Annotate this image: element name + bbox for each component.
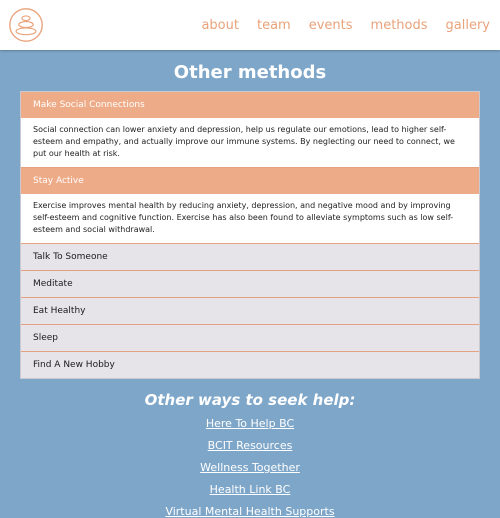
accordion-header[interactable]: Meditate	[21, 271, 479, 297]
methods-title: Other methods	[173, 62, 327, 83]
nav-events[interactable]: events	[309, 18, 353, 33]
help-links: Here To Help BC BCIT Resources Wellness …	[0, 417, 500, 518]
accordion-header[interactable]: Stay Active	[21, 168, 479, 194]
accordion-body: Exercise improves mental health by reduc…	[21, 194, 479, 243]
help-title: Other ways to seek help:	[144, 391, 356, 409]
accordion-body: Social connection can lower anxiety and …	[21, 118, 479, 167]
link-here-to-help-bc[interactable]: Here To Help BC	[0, 417, 500, 430]
accordion-header[interactable]: Eat Healthy	[21, 298, 479, 324]
nav-team[interactable]: team	[257, 18, 291, 33]
stacked-stones-logo-icon[interactable]	[8, 7, 44, 43]
link-virtual-mental-health[interactable]: Virtual Mental Health Supports	[0, 505, 500, 518]
link-wellness-together[interactable]: Wellness Together	[0, 461, 500, 474]
accordion-item-social: Make Social Connections Social connectio…	[21, 92, 479, 167]
accordion-header[interactable]: Talk To Someone	[21, 244, 479, 270]
top-navbar: about team events methods gallery	[0, 0, 500, 50]
accordion-item-active: Stay Active Exercise improves mental hea…	[21, 167, 479, 243]
link-health-link-bc[interactable]: Health Link BC	[0, 483, 500, 496]
nav-gallery[interactable]: gallery	[446, 18, 490, 33]
accordion-item-eat: Eat Healthy	[21, 297, 479, 324]
methods-accordion: Make Social Connections Social connectio…	[20, 91, 480, 379]
accordion-item-hobby: Find A New Hobby	[21, 351, 479, 378]
accordion-item-sleep: Sleep	[21, 324, 479, 351]
accordion-header[interactable]: Make Social Connections	[21, 92, 479, 118]
main-nav: about team events methods gallery	[183, 18, 490, 33]
nav-about[interactable]: about	[201, 18, 239, 33]
accordion-header[interactable]: Find A New Hobby	[21, 352, 479, 378]
accordion-item-meditate: Meditate	[21, 270, 479, 297]
accordion-header[interactable]: Sleep	[21, 325, 479, 351]
accordion-item-talk: Talk To Someone	[21, 243, 479, 270]
link-bcit-resources[interactable]: BCIT Resources	[0, 439, 500, 452]
nav-methods[interactable]: methods	[371, 18, 428, 33]
